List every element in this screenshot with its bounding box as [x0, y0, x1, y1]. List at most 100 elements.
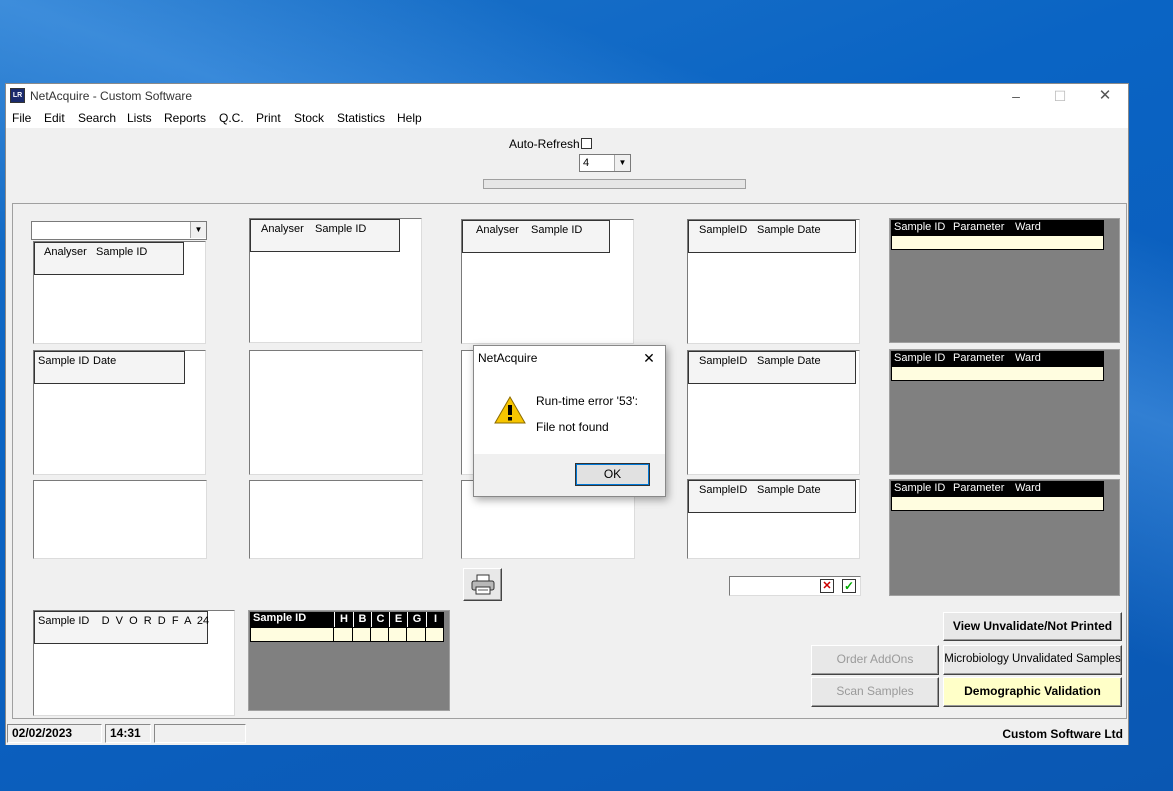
filter-combo[interactable]: ▼: [31, 221, 207, 240]
col-c: C: [371, 612, 389, 627]
warning-icon: [494, 396, 526, 424]
col-analyser: Analyser: [476, 224, 519, 236]
col-sample-id: Sample ID: [253, 612, 307, 624]
sampleid-list-1[interactable]: SampleID Sample Date: [687, 219, 860, 344]
analyser-grid-header: Analyser Sample ID: [34, 242, 184, 275]
demographic-validation-label: Demographic Validation: [964, 684, 1101, 698]
status-date: 02/02/2023: [7, 724, 102, 743]
col-ward: Ward: [1015, 221, 1041, 233]
col-parameter: Parameter: [953, 221, 1005, 233]
menu-lists[interactable]: Lists: [127, 111, 152, 125]
dialog-message: File not found: [536, 420, 609, 434]
sampleid-list-3[interactable]: SampleID Sample Date: [687, 479, 860, 559]
status-company: Custom Software Ltd: [1002, 727, 1123, 741]
confirm-input[interactable]: ✕ ✓: [729, 576, 861, 596]
col-sample-id: Sample ID: [894, 482, 946, 494]
micro-unvalidated-label: Microbiology Unvalidated Samples: [944, 653, 1121, 665]
menu-statistics[interactable]: Statistics: [337, 111, 385, 125]
col-sample-id: Sample ID: [531, 224, 583, 236]
analyser-list-1[interactable]: Analyser Sample ID: [33, 241, 206, 344]
status-time: 14:31: [105, 724, 151, 743]
error-dialog: NetAcquire ✕ Run-time error '53': File n…: [473, 345, 666, 497]
list-col2-row2[interactable]: [249, 350, 423, 475]
menu-reports[interactable]: Reports: [164, 111, 206, 125]
menu-file[interactable]: File: [12, 111, 31, 125]
refresh-progress-bar: [483, 179, 746, 189]
param-grid-3[interactable]: Sample ID Parameter Ward: [889, 479, 1120, 596]
param-grid-row[interactable]: [891, 496, 1104, 511]
param-grid-row[interactable]: [891, 235, 1104, 250]
col-parameter: Parameter: [953, 482, 1005, 494]
print-button[interactable]: [463, 568, 502, 601]
minimize-button[interactable]: –: [994, 84, 1038, 108]
scan-samples-button[interactable]: Scan Samples: [811, 677, 939, 707]
col-sample-id: Sample ID: [315, 223, 367, 235]
chevron-down-icon[interactable]: ▼: [190, 222, 206, 238]
demographic-validation-button[interactable]: Demographic Validation: [943, 677, 1122, 707]
col-sample-date: Sample Date: [757, 484, 821, 496]
micro-unvalidated-button[interactable]: Microbiology Unvalidated Samples: [943, 645, 1122, 675]
param-grid-header: Sample ID Parameter Ward: [891, 481, 1104, 496]
menu-qc[interactable]: Q.C.: [219, 111, 244, 125]
dialog-close-button[interactable]: ✕: [639, 348, 659, 368]
menu-search[interactable]: Search: [78, 111, 116, 125]
menu-print[interactable]: Print: [256, 111, 281, 125]
hb-grid-row[interactable]: [250, 627, 444, 642]
maximize-button[interactable]: ☐: [1038, 84, 1082, 108]
status-empty-panel: [154, 724, 246, 743]
window-title: NetAcquire - Custom Software: [30, 89, 193, 103]
col-ward: Ward: [1015, 352, 1041, 364]
col-parameter: Parameter: [953, 352, 1005, 364]
sampleid-grid-header: SampleID Sample Date: [688, 351, 856, 384]
order-addons-button[interactable]: Order AddOns: [811, 645, 939, 675]
menu-bar: File Edit Search Lists Reports Q.C. Prin…: [6, 108, 1128, 128]
view-unvalidate-label: View Unvalidate/Not Printed: [952, 619, 1113, 633]
status-bar: 02/02/2023 14:31 Custom Software Ltd: [6, 722, 1128, 745]
sampleid-grid-header: SampleID Sample Date: [688, 480, 856, 513]
list-col2-row3[interactable]: [249, 480, 423, 559]
menu-edit[interactable]: Edit: [44, 111, 65, 125]
param-grid-1[interactable]: Sample ID Parameter Ward: [889, 218, 1120, 343]
col-i: I: [426, 612, 444, 627]
dialog-title: NetAcquire: [478, 351, 538, 365]
dvordfa-grid-header: Sample ID D V O R D F A 24: [34, 611, 209, 644]
chevron-down-icon[interactable]: ▼: [614, 155, 630, 171]
view-unvalidate-button[interactable]: View Unvalidate/Not Printed: [943, 612, 1122, 641]
col-sample-id: Sample ID: [38, 355, 90, 367]
order-addons-label: Order AddOns: [836, 652, 914, 666]
reject-icon[interactable]: ✕: [820, 579, 834, 593]
sample-date-list[interactable]: Sample ID Date: [33, 350, 206, 475]
col-sampleid: SampleID: [699, 224, 748, 236]
col-analyser: Analyser: [44, 246, 87, 258]
hb-grid[interactable]: Sample ID H B C E G I: [248, 610, 450, 711]
accept-icon[interactable]: ✓: [842, 579, 856, 593]
printer-icon: [471, 574, 494, 595]
col-sample-date: Sample Date: [757, 224, 821, 236]
close-button[interactable]: ✕: [1083, 84, 1127, 108]
dialog-error-line: Run-time error '53':: [536, 394, 638, 408]
analyser-list-2[interactable]: Analyser Sample ID: [249, 218, 422, 343]
refresh-interval-select[interactable]: 4 ▼: [579, 154, 631, 172]
menu-stock[interactable]: Stock: [294, 111, 324, 125]
analyser-list-3[interactable]: Analyser Sample ID: [461, 219, 634, 344]
col-sampleid: SampleID: [699, 484, 748, 496]
list-col1-row3[interactable]: [33, 480, 207, 559]
col-analyser: Analyser: [261, 223, 304, 235]
menu-help[interactable]: Help: [397, 111, 422, 125]
sampleid-list-2[interactable]: SampleID Sample Date: [687, 350, 860, 475]
hb-grid-header: Sample ID H B C E G I: [250, 612, 444, 627]
param-grid-row[interactable]: [891, 366, 1104, 381]
col-sample-id: Sample ID: [96, 246, 148, 258]
param-grid-2[interactable]: Sample ID Parameter Ward: [889, 349, 1120, 475]
ok-button[interactable]: OK: [575, 463, 650, 486]
app-icon: LR: [10, 88, 25, 103]
col-sampleid: SampleID: [699, 355, 748, 367]
analyser-grid-header: Analyser Sample ID: [250, 219, 400, 252]
analyser-grid-header: Analyser Sample ID: [462, 220, 610, 253]
col-sample-date: Sample Date: [757, 355, 821, 367]
auto-refresh-checkbox[interactable]: [581, 138, 592, 149]
col-b: B: [353, 612, 371, 627]
col-sample-id: Sample ID: [894, 352, 946, 364]
col-sample-id: Sample ID: [894, 221, 946, 233]
dvordfa-list[interactable]: Sample ID D V O R D F A 24: [33, 610, 235, 716]
